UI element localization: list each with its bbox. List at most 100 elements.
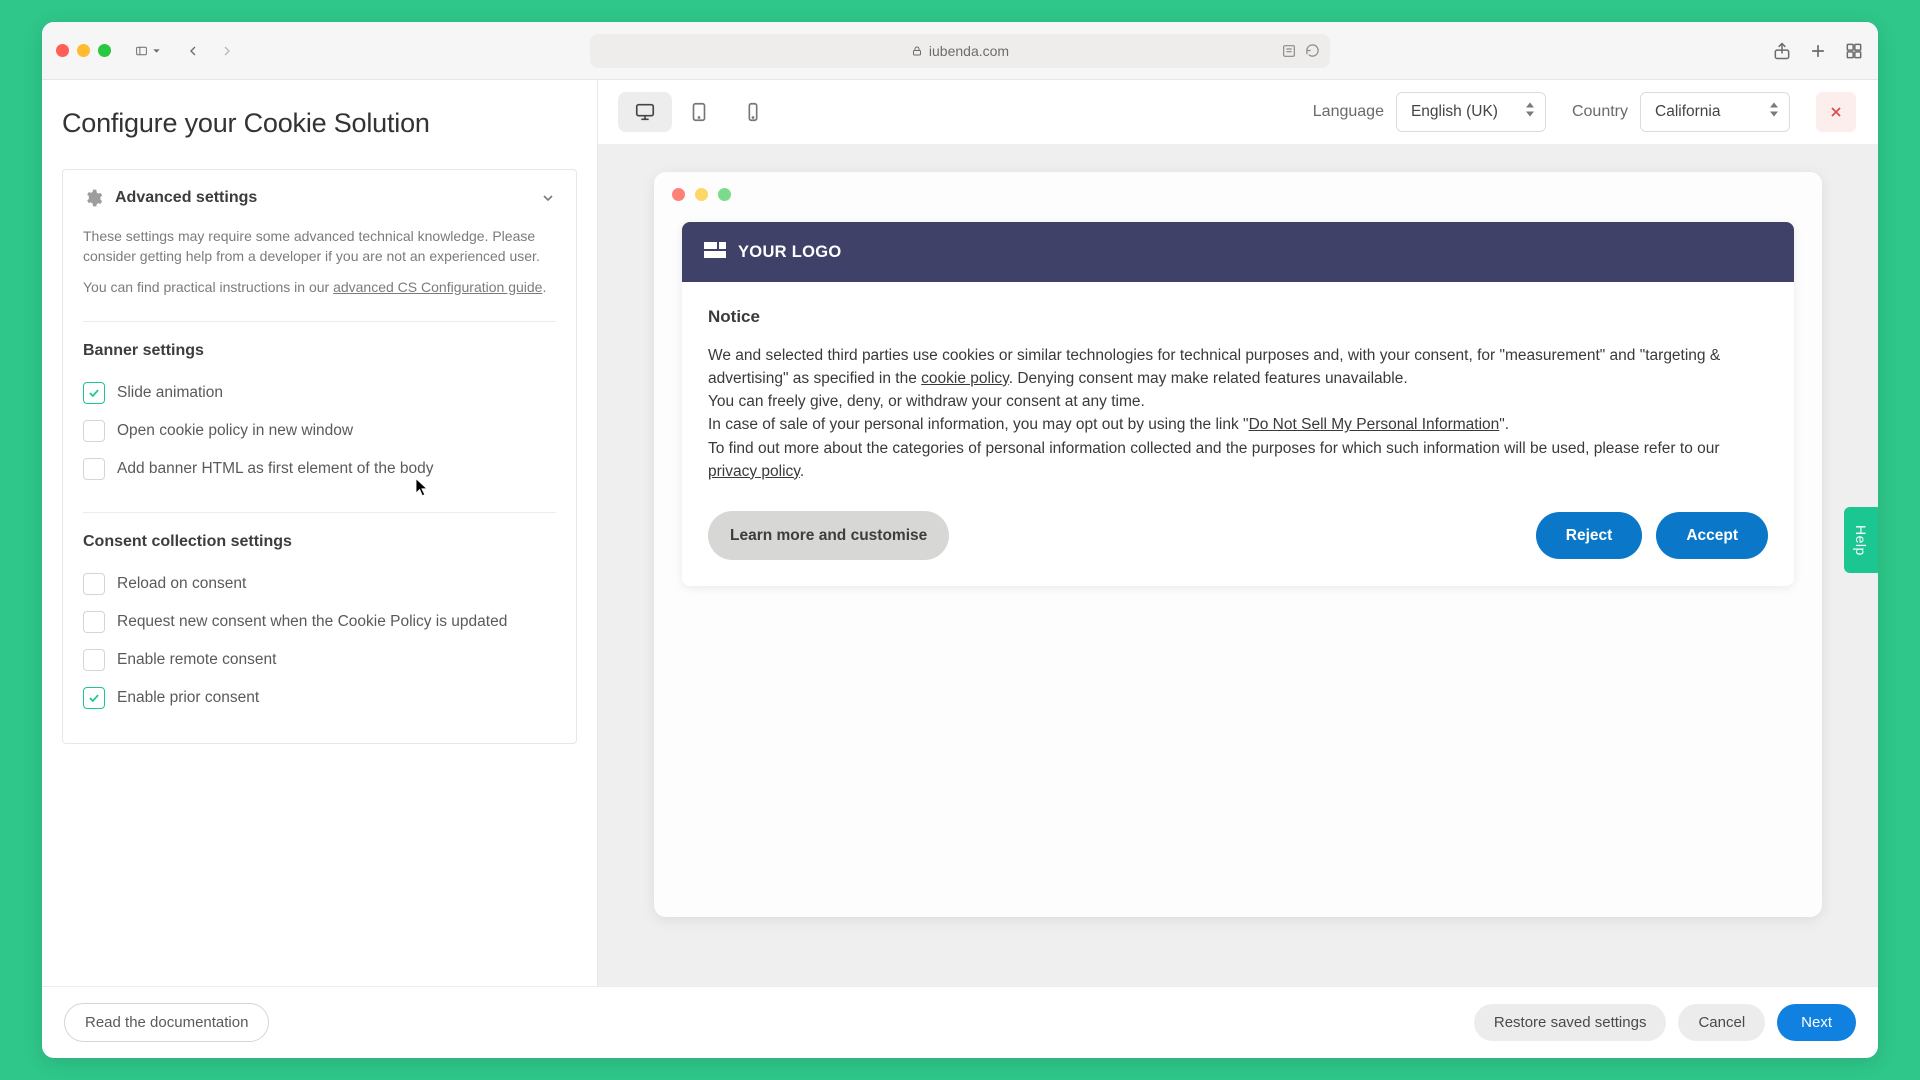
footer-bar: Read the documentation Restore saved set… bbox=[42, 986, 1878, 1058]
advanced-guide-link[interactable]: advanced CS Configuration guide bbox=[333, 279, 542, 295]
device-toggle bbox=[618, 92, 780, 132]
device-mobile-button[interactable] bbox=[726, 92, 780, 132]
notice-paragraph: You can freely give, deny, or withdraw y… bbox=[708, 390, 1768, 413]
notice-paragraph: We and selected third parties use cookie… bbox=[708, 344, 1768, 391]
checkbox-empty-icon bbox=[83, 573, 105, 595]
window-close-icon[interactable] bbox=[56, 44, 69, 57]
chevron-down-icon bbox=[540, 190, 556, 206]
device-desktop-button[interactable] bbox=[618, 92, 672, 132]
cookie-policy-link[interactable]: cookie policy bbox=[921, 370, 1009, 387]
learn-more-button[interactable]: Learn more and customise bbox=[708, 511, 949, 560]
dropdown-caret-icon bbox=[1769, 103, 1779, 122]
sidebar-toggle-button[interactable] bbox=[135, 37, 163, 65]
advanced-settings-card: Advanced settings These settings may req… bbox=[62, 169, 577, 744]
next-button[interactable]: Next bbox=[1777, 1004, 1856, 1041]
option-label: Open cookie policy in new window bbox=[117, 420, 353, 442]
notice-paragraph: To find out more about the categories of… bbox=[708, 437, 1768, 484]
banner-settings-title: Banner settings bbox=[83, 342, 556, 360]
banner-actions: Learn more and customise Reject Accept bbox=[708, 511, 1768, 560]
checkbox-empty-icon bbox=[83, 458, 105, 480]
checkbox-empty-icon bbox=[83, 420, 105, 442]
country-selector: Country California bbox=[1572, 92, 1790, 132]
share-icon[interactable] bbox=[1772, 41, 1792, 61]
checkbox-empty-icon bbox=[83, 649, 105, 671]
banner-body: Notice We and selected third parties use… bbox=[682, 282, 1794, 586]
preview-toolbar: Language English (UK) Country bbox=[598, 80, 1878, 144]
option-request-new-consent[interactable]: Request new consent when the Cookie Poli… bbox=[83, 603, 556, 641]
checkbox-empty-icon bbox=[83, 611, 105, 633]
option-enable-prior-consent[interactable]: Enable prior consent bbox=[83, 679, 556, 717]
close-preview-button[interactable] bbox=[1816, 92, 1856, 132]
advanced-settings-toggle[interactable]: Advanced settings bbox=[83, 188, 556, 208]
country-select[interactable]: California bbox=[1640, 92, 1790, 132]
option-label: Enable prior consent bbox=[117, 687, 259, 709]
cancel-button[interactable]: Cancel bbox=[1678, 1004, 1765, 1041]
window-controls bbox=[56, 44, 111, 57]
help-tab[interactable]: Help bbox=[1844, 507, 1878, 573]
option-enable-remote-consent[interactable]: Enable remote consent bbox=[83, 641, 556, 679]
accept-button[interactable]: Accept bbox=[1656, 512, 1768, 559]
checkbox-checked-icon bbox=[83, 687, 105, 709]
nav-forward-button[interactable] bbox=[213, 37, 241, 65]
window-minimize-icon[interactable] bbox=[77, 44, 90, 57]
reload-icon[interactable] bbox=[1305, 43, 1320, 58]
privacy-policy-link[interactable]: privacy policy bbox=[708, 463, 800, 480]
advanced-settings-label: Advanced settings bbox=[115, 189, 528, 207]
reader-icon[interactable] bbox=[1281, 43, 1297, 59]
cookie-banner: YOUR LOGO Notice We and selected third p… bbox=[682, 222, 1794, 586]
option-reload-on-consent[interactable]: Reload on consent bbox=[83, 565, 556, 603]
safari-window: iubenda.com bbox=[42, 22, 1878, 1058]
notice-title: Notice bbox=[708, 304, 1768, 330]
read-docs-button[interactable]: Read the documentation bbox=[64, 1003, 269, 1042]
logo-text: YOUR LOGO bbox=[738, 243, 842, 262]
lock-icon bbox=[911, 45, 923, 57]
preview-canvas: YOUR LOGO Notice We and selected third p… bbox=[598, 144, 1878, 986]
banner-header: YOUR LOGO bbox=[682, 222, 1794, 282]
settings-sidebar: Configure your Cookie Solution Advanced … bbox=[42, 80, 598, 986]
language-label: Language bbox=[1313, 103, 1384, 121]
new-tab-icon[interactable] bbox=[1808, 41, 1828, 61]
mock-browser-window: YOUR LOGO Notice We and selected third p… bbox=[654, 172, 1822, 917]
option-banner-first-element[interactable]: Add banner HTML as first element of the … bbox=[83, 450, 556, 488]
device-tablet-button[interactable] bbox=[672, 92, 726, 132]
nav-back-button[interactable] bbox=[179, 37, 207, 65]
page-title: Configure your Cookie Solution bbox=[62, 108, 577, 139]
dropdown-caret-icon bbox=[1525, 103, 1535, 122]
option-label: Slide animation bbox=[117, 382, 223, 404]
logo-icon bbox=[704, 242, 726, 263]
option-label: Enable remote consent bbox=[117, 649, 276, 671]
advanced-settings-description: These settings may require some advanced… bbox=[83, 226, 556, 297]
address-bar[interactable]: iubenda.com bbox=[590, 34, 1330, 68]
consent-settings-title: Consent collection settings bbox=[83, 533, 556, 551]
language-selector: Language English (UK) bbox=[1313, 92, 1546, 132]
mock-minimize-icon bbox=[695, 188, 708, 201]
language-select[interactable]: English (UK) bbox=[1396, 92, 1546, 132]
advanced-desc-line1: These settings may require some advanced… bbox=[83, 226, 556, 267]
app-root: Configure your Cookie Solution Advanced … bbox=[42, 80, 1878, 1058]
reject-button[interactable]: Reject bbox=[1536, 512, 1643, 559]
window-zoom-icon[interactable] bbox=[98, 44, 111, 57]
option-label: Add banner HTML as first element of the … bbox=[117, 458, 433, 480]
gear-icon bbox=[83, 188, 103, 208]
mock-zoom-icon bbox=[718, 188, 731, 201]
option-open-new-window[interactable]: Open cookie policy in new window bbox=[83, 412, 556, 450]
mock-close-icon bbox=[672, 188, 685, 201]
country-label: Country bbox=[1572, 103, 1628, 121]
do-not-sell-link[interactable]: Do Not Sell My Personal Information bbox=[1249, 416, 1500, 433]
option-slide-animation[interactable]: Slide animation bbox=[83, 374, 556, 412]
mock-window-controls bbox=[654, 172, 1822, 216]
checkbox-checked-icon bbox=[83, 382, 105, 404]
country-value: California bbox=[1655, 103, 1720, 121]
address-bar-host: iubenda.com bbox=[929, 43, 1009, 59]
preview-panel: Language English (UK) Country bbox=[598, 80, 1878, 986]
option-label: Reload on consent bbox=[117, 573, 246, 595]
language-value: English (UK) bbox=[1411, 103, 1498, 121]
notice-paragraph: In case of sale of your personal informa… bbox=[708, 413, 1768, 436]
restore-settings-button[interactable]: Restore saved settings bbox=[1474, 1004, 1667, 1041]
advanced-desc-line2: You can find practical instructions in o… bbox=[83, 277, 556, 297]
option-label: Request new consent when the Cookie Poli… bbox=[117, 611, 507, 633]
divider bbox=[83, 512, 556, 513]
divider bbox=[83, 321, 556, 322]
tab-overview-icon[interactable] bbox=[1844, 41, 1864, 61]
browser-chrome: iubenda.com bbox=[42, 22, 1878, 80]
